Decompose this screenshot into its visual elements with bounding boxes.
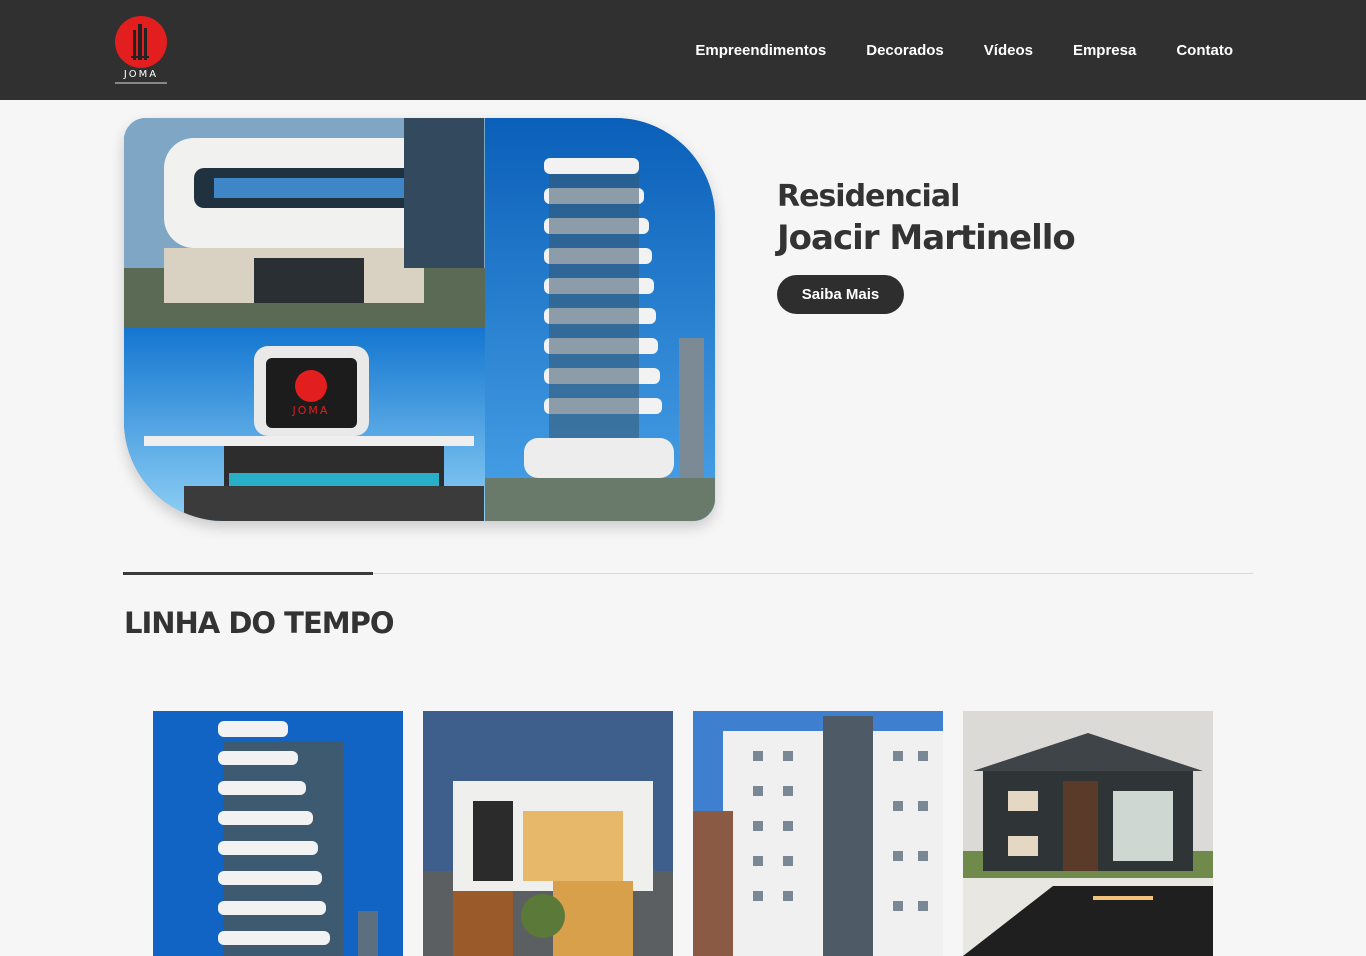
nav-empresa[interactable]: Empresa [1073, 42, 1136, 59]
hero-sign-text: JOMA [292, 404, 330, 417]
hero-title-line2: Joacir Martinello [777, 218, 1076, 258]
section-divider-accent [123, 572, 373, 575]
timeline-title: LINHA DO TEMPO [124, 606, 395, 640]
nav-videos[interactable]: Vídeos [984, 42, 1033, 59]
joma-logo[interactable]: JOMA [112, 14, 172, 86]
site-header: JOMA Empreendimentos Decorados Vídeos Em… [0, 0, 1366, 100]
timeline-card-4[interactable] [963, 711, 1213, 956]
timeline-card-3[interactable] [693, 711, 943, 956]
nav-empreendimentos[interactable]: Empreendimentos [695, 42, 826, 59]
logo-tagline-bar [115, 82, 167, 84]
logo-wordmark: JOMA [123, 69, 159, 80]
saiba-mais-button[interactable]: Saiba Mais [777, 275, 904, 314]
logo-circle-icon [115, 16, 167, 68]
main-nav: Empreendimentos Decorados Vídeos Empresa… [695, 38, 1233, 62]
hero-title: Residencial Joacir Martinello [777, 178, 1237, 260]
nav-decorados[interactable]: Decorados [866, 42, 944, 59]
nav-contato[interactable]: Contato [1176, 42, 1233, 59]
timeline-card-1[interactable] [153, 711, 403, 956]
hero-title-line1: Residencial [777, 179, 960, 214]
hero-collage-image[interactable]: JOMA [124, 118, 715, 521]
timeline-card-2[interactable] [423, 711, 673, 956]
